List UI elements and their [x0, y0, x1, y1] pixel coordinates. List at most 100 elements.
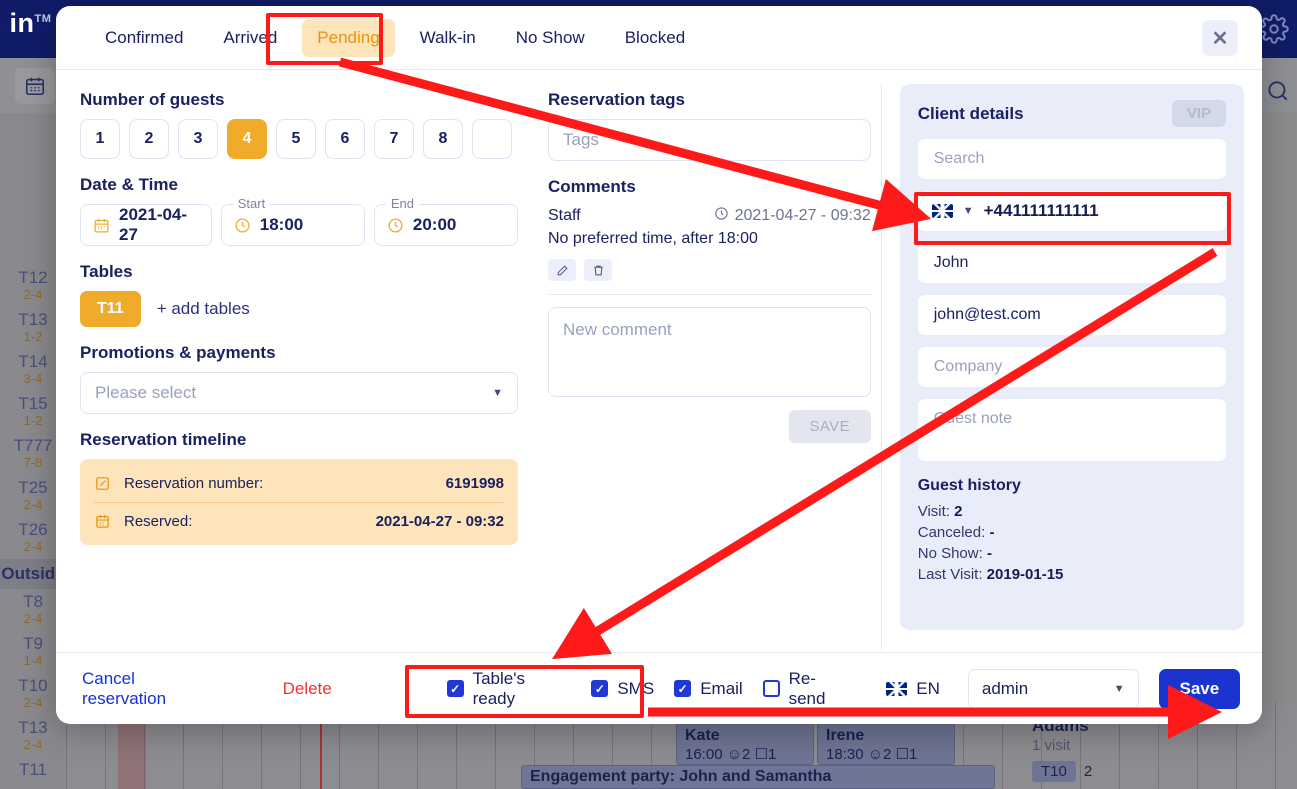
guest-count-selector[interactable]: 1 2 3 4 5 6 7 8 [80, 119, 518, 159]
language-selector[interactable]: EN [886, 679, 940, 699]
guest-count-8[interactable]: 8 [423, 119, 463, 159]
calendar-icon [93, 217, 110, 234]
client-company-placeholder: Company [934, 358, 1002, 376]
trash-icon[interactable] [584, 259, 612, 281]
guest-summary-card[interactable]: Adams 1 visit T102 [1032, 716, 1202, 782]
start-time-field[interactable]: Start 18:00 [221, 204, 365, 246]
client-details-panel: Client details VIP Search ▼ +44111111111… [900, 84, 1244, 630]
clock-icon [234, 217, 251, 234]
end-time-value: 20:00 [413, 215, 456, 235]
save-button[interactable]: Save [1159, 669, 1240, 709]
event-banner[interactable]: Engagement party: John and Samantha [521, 765, 995, 789]
guest-count-2[interactable]: 2 [129, 119, 169, 159]
client-column: Client details VIP Search ▼ +44111111111… [882, 84, 1244, 651]
note-icon [94, 475, 124, 492]
search-icon[interactable] [1265, 78, 1291, 104]
client-name-value: John [934, 254, 969, 272]
guest-count-custom[interactable] [472, 119, 512, 159]
checkbox-table-ready[interactable]: ✓ Table's ready [447, 669, 572, 709]
reservation-time: 16:00 [685, 746, 723, 763]
end-time-field[interactable]: End 20:00 [374, 204, 518, 246]
client-name-field[interactable]: John [918, 243, 1226, 283]
date-time-heading: Date & Time [80, 175, 518, 195]
save-comment-button[interactable]: SAVE [789, 410, 871, 443]
guest-party-size: 2 [1084, 763, 1092, 780]
chevron-down-icon[interactable]: ▼ [963, 205, 974, 217]
guest-count-5[interactable]: 5 [276, 119, 316, 159]
promotions-heading: Promotions & payments [80, 343, 518, 363]
comments-heading: Comments [548, 177, 871, 197]
timeline-label: Reserved: [124, 513, 376, 530]
timeline-value: 2021-04-27 - 09:32 [376, 513, 504, 530]
new-comment-textarea[interactable]: New comment [548, 307, 871, 397]
tab-pending[interactable]: Pending [302, 19, 394, 57]
guest-count-3[interactable]: 3 [178, 119, 218, 159]
checkbox-icon[interactable] [763, 680, 780, 697]
checkbox-icon[interactable]: ✓ [591, 680, 608, 697]
timeline-row-reservation-number: Reservation number: 6191998 [94, 464, 504, 502]
chevron-down-icon: ▼ [492, 387, 503, 399]
clock-icon [714, 206, 729, 226]
language-label: EN [916, 679, 940, 699]
client-phone-field[interactable]: ▼ +441111111111 [918, 191, 1226, 231]
checkbox-sms[interactable]: ✓ SMS [591, 679, 654, 699]
checkbox-label: Re-send [789, 669, 853, 709]
role-select[interactable]: admin ▼ [968, 669, 1139, 709]
table-name: T11 [0, 760, 66, 779]
guest-count-4[interactable]: 4 [227, 119, 267, 159]
tab-confirmed[interactable]: Confirmed [90, 19, 198, 57]
tags-input[interactable]: Tags [548, 119, 871, 161]
reservation-guest-count: 2 [742, 746, 750, 763]
table-chip-t11[interactable]: T11 [80, 291, 141, 327]
status-tab-bar: Confirmed Arrived Pending Walk-in No Sho… [56, 6, 1262, 70]
tables-row: T11 + add tables [80, 291, 518, 327]
client-company-field[interactable]: Company [918, 347, 1226, 387]
booking-icon: ☐ [896, 746, 909, 763]
checkbox-resend[interactable]: Re-send [763, 669, 853, 709]
date-value: 2021-04-27 [119, 205, 199, 245]
reservation-card[interactable]: Kate 16:00 ☺2 ☐1 [676, 721, 814, 765]
close-icon[interactable]: ✕ [1202, 20, 1238, 56]
tab-blocked[interactable]: Blocked [610, 19, 700, 57]
reservation-timeline-heading: Reservation timeline [80, 430, 518, 450]
canceled-value: - [989, 524, 994, 541]
sidebar-table-item[interactable]: T11 [0, 757, 66, 784]
guest-history-visit: Visit: 2 [918, 501, 1226, 522]
client-search-input[interactable]: Search [918, 139, 1226, 179]
delete-link[interactable]: Delete [283, 679, 332, 699]
dialog-footer: Cancel reservation Delete ✓ Table's read… [56, 652, 1262, 724]
reservation-guest-count: 2 [883, 746, 891, 763]
tab-walk-in[interactable]: Walk-in [405, 19, 491, 57]
guest-count-7[interactable]: 7 [374, 119, 414, 159]
reservation-card[interactable]: Irene 18:30 ☺2 ☐1 [817, 721, 955, 765]
gear-icon[interactable] [1259, 14, 1289, 44]
client-note-field[interactable]: Guest note [918, 399, 1226, 461]
guest-count-6[interactable]: 6 [325, 119, 365, 159]
tab-arrived[interactable]: Arrived [208, 19, 292, 57]
canceled-label: Canceled: [918, 524, 986, 541]
guest-count-1[interactable]: 1 [80, 119, 120, 159]
calendar-icon[interactable] [15, 68, 55, 104]
guest-history-heading: Guest history [918, 477, 1226, 495]
role-value: admin [982, 679, 1028, 699]
start-time-label: Start [233, 196, 270, 211]
pencil-icon[interactable] [548, 259, 576, 281]
add-tables-link[interactable]: + add tables [157, 299, 250, 319]
promotions-select[interactable]: Please select ▼ [80, 372, 518, 414]
checkbox-email[interactable]: ✓ Email [674, 679, 743, 699]
last-visit-value: 2019-01-15 [987, 566, 1064, 583]
reservation-booking-count: 1 [768, 746, 776, 763]
client-email-field[interactable]: john@test.com [918, 295, 1226, 335]
person-icon: ☺ [868, 746, 883, 763]
tab-no-show[interactable]: No Show [501, 19, 600, 57]
date-field[interactable]: 2021-04-27 [80, 204, 212, 246]
comment-actions [548, 259, 871, 281]
checkbox-label: SMS [617, 679, 654, 699]
checkbox-icon[interactable]: ✓ [674, 680, 691, 697]
vip-badge[interactable]: VIP [1172, 100, 1226, 127]
guest-visits: 1 visit [1032, 736, 1202, 755]
reservation-tags-heading: Reservation tags [548, 90, 871, 110]
comment-header: Staff 2021-04-27 - 09:32 [548, 206, 871, 226]
cancel-reservation-link[interactable]: Cancel reservation [82, 669, 223, 709]
checkbox-icon[interactable]: ✓ [447, 680, 464, 697]
